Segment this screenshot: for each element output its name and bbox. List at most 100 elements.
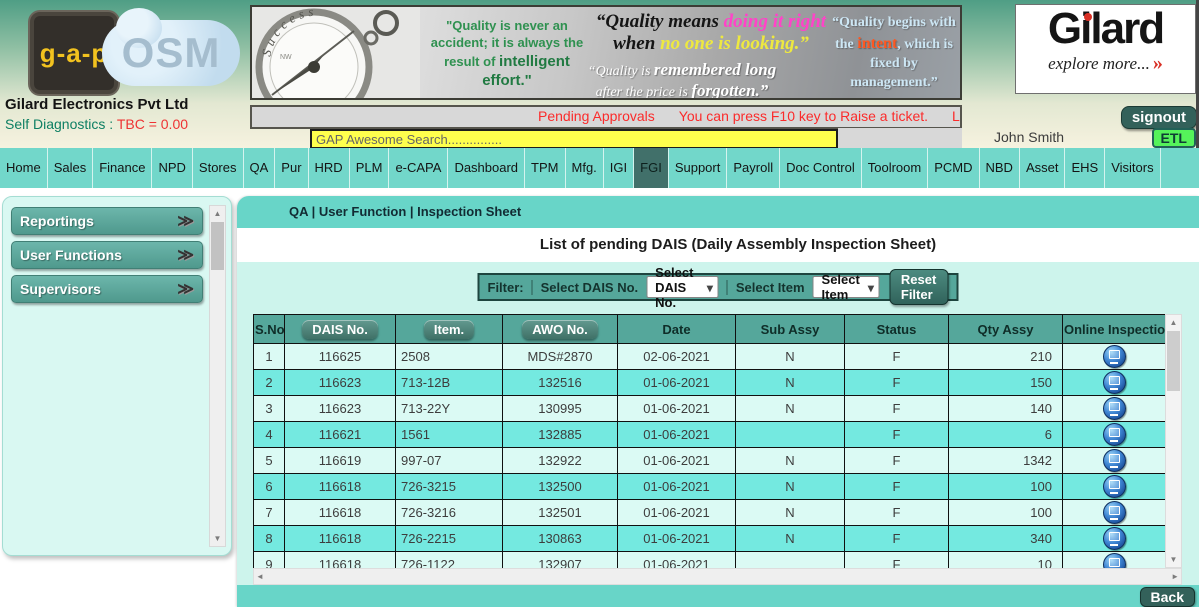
sidebar-item[interactable]: Reportings: [11, 207, 203, 235]
table-row: 1 116625 2508 MDS#2870 02-06-2021 N F 21…: [254, 344, 1166, 370]
quality-banner: Success NW "Quality is never an accident…: [250, 5, 962, 100]
item-select[interactable]: Select Item: [813, 276, 880, 298]
sort-item-button[interactable]: Item.: [424, 320, 474, 339]
scroll-right-icon[interactable]: [1171, 569, 1179, 584]
nav-item[interactable]: Mfg.: [566, 148, 604, 188]
online-inspection-icon[interactable]: [1103, 449, 1126, 472]
online-inspection-icon[interactable]: [1103, 475, 1126, 498]
osm-cloud-logo: OSM: [102, 20, 240, 86]
expand-double-arrow-icon: [177, 211, 194, 231]
svg-text:NW: NW: [280, 54, 292, 61]
col-online-inspection: Online Inspection: [1063, 315, 1166, 344]
nav-item[interactable]: IGI: [604, 148, 634, 188]
application-window: g-a-p OSM Gilard Electronics Pvt Ltd Sel…: [0, 0, 1199, 607]
col-awo: AWO No.: [503, 315, 618, 344]
red-dot-icon: [1084, 13, 1092, 21]
sort-awo-button[interactable]: AWO No.: [522, 320, 598, 339]
table-row: 6 116618 726-3215 132500 01-06-2021 N F …: [254, 474, 1166, 500]
nav-item[interactable]: Visitors: [1105, 148, 1160, 188]
quote-remembered: “Quality is remembered long after the pr…: [557, 60, 807, 100]
etl-button[interactable]: ETL: [1152, 128, 1196, 148]
online-inspection-icon[interactable]: [1103, 553, 1126, 568]
gap-search-input[interactable]: [310, 129, 838, 149]
quote-means: “Quality means doing it right when no on…: [588, 11, 834, 55]
filter-label: Filter:: [488, 280, 524, 295]
table-vertical-scrollbar[interactable]: [1165, 314, 1182, 568]
scroll-up-icon[interactable]: [210, 206, 225, 221]
announcement-marquee: Pending ApprovalsYou can press F10 key t…: [250, 105, 962, 129]
scroll-down-icon[interactable]: [1166, 552, 1181, 567]
compass-image: Success NW: [252, 7, 420, 98]
nav-item[interactable]: PCMD: [928, 148, 979, 188]
quote-begins: “Quality begins with the intent, which i…: [830, 14, 958, 93]
sidebar-scrollbar[interactable]: [209, 205, 226, 547]
sidebar-item[interactable]: Supervisors: [11, 275, 203, 303]
marquee-message: You can press F10 key to Raise a ticket.: [679, 108, 928, 124]
nav-item[interactable]: Toolroom: [862, 148, 928, 188]
col-status: Status: [845, 315, 949, 344]
nav-item[interactable]: FGI: [634, 148, 669, 188]
sidebar: Reportings User Functions Supervisors: [2, 196, 232, 556]
nav-item[interactable]: e-CAPA: [389, 148, 448, 188]
nav-item[interactable]: Stores: [193, 148, 244, 188]
scroll-down-icon[interactable]: [210, 531, 225, 546]
gilard-logo-text: Gilard: [1048, 6, 1163, 52]
nav-item[interactable]: PLM: [350, 148, 390, 188]
self-diagnostics-value: TBC = 0.00: [117, 116, 188, 132]
expand-double-arrow-icon: [177, 245, 194, 265]
item-filter-label: Select Item: [727, 280, 805, 295]
nav-item[interactable]: NPD: [152, 148, 192, 188]
scroll-thumb[interactable]: [211, 222, 224, 270]
back-button[interactable]: Back: [1140, 587, 1195, 607]
scroll-thumb[interactable]: [1167, 331, 1180, 391]
nav-item[interactable]: Payroll: [727, 148, 780, 188]
expand-double-arrow-icon: [177, 279, 194, 299]
sort-dais-button[interactable]: DAIS No.: [302, 320, 378, 339]
online-inspection-icon[interactable]: [1103, 345, 1126, 368]
nav-item[interactable]: Doc Control: [780, 148, 862, 188]
dais-filter-label: Select DAIS No.: [532, 280, 639, 295]
breadcrumb: QA | User Function | Inspection Sheet: [237, 196, 1199, 228]
nav-item[interactable]: QA: [244, 148, 276, 188]
reset-filter-button[interactable]: Reset Filter: [890, 269, 949, 305]
table-row: 2 116623 713-12B 132516 01-06-2021 N F 1…: [254, 370, 1166, 396]
dais-select[interactable]: Select DAIS No.: [646, 276, 719, 298]
dais-table: S.No. DAIS No. Item. AWO No. Date Sub As…: [253, 314, 1165, 568]
nav-item[interactable]: Pur: [275, 148, 308, 188]
nav-item[interactable]: EHS: [1065, 148, 1105, 188]
main-nav: HomeSalesFinanceNPDStoresQAPurHRDPLMe-CA…: [0, 148, 1199, 188]
table-horizontal-scrollbar[interactable]: [253, 568, 1182, 585]
scroll-left-icon[interactable]: [256, 569, 264, 584]
nav-item[interactable]: Sales: [48, 148, 94, 188]
online-inspection-icon[interactable]: [1103, 423, 1126, 446]
online-inspection-icon[interactable]: [1103, 527, 1126, 550]
page-title: List of pending DAIS (Daily Assembly Ins…: [237, 228, 1199, 262]
online-inspection-icon[interactable]: [1103, 397, 1126, 420]
nav-item[interactable]: NBD: [980, 148, 1020, 188]
dais-table-container: S.No. DAIS No. Item. AWO No. Date Sub As…: [253, 314, 1165, 568]
nav-item[interactable]: Home: [0, 148, 48, 188]
nav-item[interactable]: HRD: [309, 148, 350, 188]
scroll-up-icon[interactable]: [1166, 315, 1181, 330]
gap-logo-text: g-a-p: [40, 38, 109, 69]
company-name: Gilard Electronics Pvt Ltd: [5, 96, 188, 113]
self-diagnostics: Self Diagnostics : TBC = 0.00: [5, 116, 188, 132]
nav-item[interactable]: Asset: [1020, 148, 1066, 188]
nav-item[interactable]: TPM: [525, 148, 565, 188]
col-qty: Qty Assy: [949, 315, 1063, 344]
gilard-tagline: explore more...»: [1016, 52, 1195, 75]
nav-item[interactable]: Finance: [93, 148, 152, 188]
nav-item[interactable]: Support: [669, 148, 728, 188]
online-inspection-icon[interactable]: [1103, 371, 1126, 394]
online-inspection-icon[interactable]: [1103, 501, 1126, 524]
nav-item[interactable]: Dashboard: [448, 148, 525, 188]
dropdown-arrow-icon: [707, 280, 713, 295]
signout-button[interactable]: signout: [1121, 106, 1197, 129]
col-subassy: Sub Assy: [736, 315, 845, 344]
sidebar-menu: Reportings User Functions Supervisors: [11, 207, 203, 309]
sidebar-item[interactable]: User Functions: [11, 241, 203, 269]
table-header-row: S.No. DAIS No. Item. AWO No. Date Sub As…: [254, 315, 1166, 344]
self-diagnostics-label: Self Diagnostics :: [5, 116, 113, 132]
col-date: Date: [618, 315, 736, 344]
table-row: 9 116618 726-1122 132907 01-06-2021 F 10: [254, 552, 1166, 569]
